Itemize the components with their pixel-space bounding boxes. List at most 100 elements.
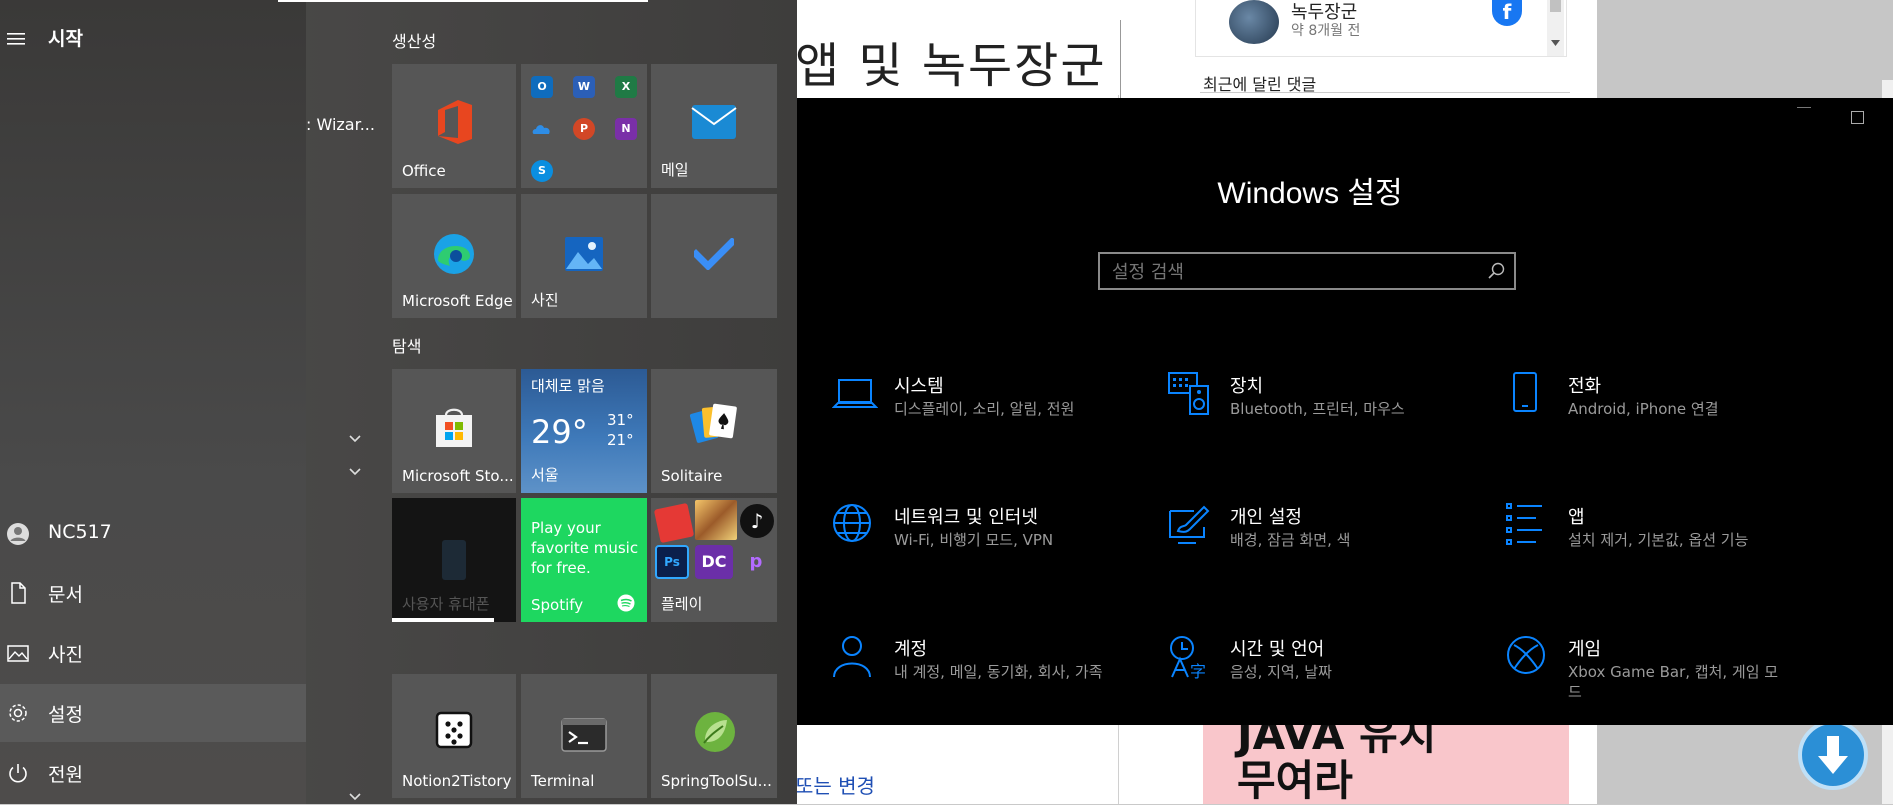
group-title-productivity[interactable]: 생산성 <box>392 28 436 52</box>
settings-category-personalization[interactable]: 개인 설정 배경, 잠금 화면, 색 <box>1168 503 1488 593</box>
weather-high: 31° <box>607 411 634 429</box>
word-icon[interactable]: W <box>573 76 595 98</box>
user-avatar-icon <box>7 523 29 545</box>
store-bag-icon <box>436 408 472 447</box>
group-title-explore[interactable]: 탐색 <box>392 333 421 357</box>
tile-mail[interactable]: 메일 <box>651 64 777 188</box>
chevron-down-icon[interactable] <box>348 790 362 804</box>
rail-item-label: 문서 <box>48 584 83 606</box>
settings-category-gaming[interactable]: 게임 Xbox Game Bar, 캡처, 게임 모드 <box>1506 635 1826 725</box>
change-link[interactable]: 또는 변경 <box>795 770 875 799</box>
phone-icon <box>1513 372 1537 412</box>
tile-label: 플레이 <box>661 595 703 613</box>
tile-progress-bar <box>392 618 494 622</box>
apps-icon <box>1506 503 1542 545</box>
settings-category-time-language[interactable]: 字 시간 및 언어 음성, 지역, 날짜 <box>1168 635 1488 725</box>
tile-weather[interactable]: 대체로 맑음 29° 31° 21° 서울 <box>521 369 647 493</box>
outlook-icon[interactable]: O <box>531 76 553 98</box>
minimize-button[interactable] <box>1797 107 1811 108</box>
tile-microsoft-store[interactable]: Microsoft Sto... <box>392 369 516 493</box>
search-icon[interactable] <box>1486 261 1506 281</box>
tile-label: Microsoft Sto... <box>402 467 514 485</box>
tile-terminal[interactable]: Terminal <box>521 674 647 798</box>
rail-item-power[interactable]: 전원 <box>0 744 306 802</box>
time-language-icon: 字 <box>1170 636 1206 681</box>
tile-label: 사진 <box>531 291 559 309</box>
person-icon <box>833 636 871 678</box>
settings-category-phone[interactable]: 전화 Android, iPhone 연결 <box>1506 372 1826 462</box>
category-description: 배경, 잠금 화면, 색 <box>1230 531 1351 549</box>
tile-spotify[interactable]: Play your favorite music for free. Spoti… <box>521 498 647 622</box>
settings-title: Windows 설정 <box>1217 177 1403 210</box>
tile-label: SpringToolSu... <box>661 772 772 790</box>
powerpoint-icon[interactable]: P <box>573 118 595 140</box>
category-title: 개인 설정 <box>1230 507 1302 528</box>
settings-search-box[interactable] <box>1098 252 1516 290</box>
category-description: 내 계정, 메일, 동기화, 회사, 가족 <box>894 663 1103 681</box>
picture-icon <box>7 645 29 662</box>
maximize-button[interactable] <box>1851 111 1864 124</box>
game-red-icon[interactable] <box>653 502 695 544</box>
picsart-icon[interactable]: p <box>739 545 773 579</box>
hamburger-menu-icon[interactable] <box>7 29 27 53</box>
settings-category-accounts[interactable]: 계정 내 계정, 메일, 동기화, 회사, 가족 <box>832 635 1152 725</box>
tile-label: Solitaire <box>661 467 723 485</box>
category-title: 장치 <box>1230 376 1264 397</box>
rail-item-user[interactable]: NC517 <box>0 505 306 563</box>
avatar[interactable] <box>1229 0 1279 44</box>
onedrive-icon[interactable] <box>531 118 553 140</box>
weather-city: 서울 <box>531 466 559 484</box>
category-description: 디스플레이, 소리, 알림, 전원 <box>894 400 1075 418</box>
weather-condition: 대체로 맑음 <box>531 377 605 395</box>
dolby-icon[interactable]: DC <box>695 545 733 579</box>
download-button[interactable] <box>1798 720 1868 790</box>
tile-edge[interactable]: Microsoft Edge <box>392 194 516 318</box>
chevron-down-icon[interactable] <box>348 432 362 446</box>
excel-icon[interactable]: X <box>615 76 637 98</box>
category-description: Android, iPhone 연결 <box>1568 400 1719 418</box>
tile-label: 메일 <box>661 161 689 179</box>
rail-item-documents[interactable]: 문서 <box>0 564 306 622</box>
rail-item-settings[interactable]: 설정 <box>0 684 306 742</box>
tile-office[interactable]: Office <box>392 64 516 188</box>
tile-label: Spotify <box>531 596 584 614</box>
terminal-icon <box>561 718 607 752</box>
settings-category-apps[interactable]: 앱 설치 제거, 기본값, 옵션 기능 <box>1506 503 1826 593</box>
chevron-down-icon[interactable] <box>348 465 362 479</box>
settings-category-devices[interactable]: 장치 Bluetooth, 프린터, 마우스 <box>1168 372 1488 462</box>
category-description: Bluetooth, 프린터, 마우스 <box>1230 400 1405 418</box>
settings-category-network[interactable]: 네트워크 및 인터넷 Wi-Fi, 비행기 모드, VPN <box>832 503 1152 593</box>
comment-scrollbar[interactable] <box>1547 0 1564 56</box>
settings-category-system[interactable]: 시스템 디스플레이, 소리, 알림, 전원 <box>832 372 1152 462</box>
tiktok-icon[interactable]: ♪ <box>740 504 774 538</box>
tile-spring-tool-suite[interactable]: SpringToolSu... <box>651 674 777 798</box>
rail-item-label: 사진 <box>48 644 83 666</box>
weather-low: 21° <box>607 431 634 449</box>
rail-item-label: 전원 <box>48 764 83 786</box>
category-description: Xbox Game Bar, 캡처, 게임 모드 <box>1568 663 1779 701</box>
heading-underline <box>1200 92 1570 93</box>
xbox-icon <box>1507 636 1545 674</box>
document-icon <box>11 582 26 604</box>
tile-photos[interactable]: 사진 <box>521 194 647 318</box>
notion-icon <box>435 711 473 749</box>
onenote-icon[interactable]: N <box>615 118 637 140</box>
tile-office-apps-folder[interactable]: O W X P N S <box>521 64 647 188</box>
app-list-item-wizard[interactable]: : Wizar... <box>306 115 375 134</box>
phone-icon <box>442 540 466 580</box>
tile-todo[interactable] <box>651 194 777 318</box>
category-title: 시간 및 언어 <box>1230 639 1325 660</box>
photoshop-express-icon[interactable]: Ps <box>655 545 689 579</box>
tile-label: Microsoft Edge <box>402 292 513 310</box>
tile-notion2tistory[interactable]: Notion2Tistory <box>392 674 516 798</box>
tile-your-phone[interactable]: 사용자 휴대폰 <box>392 498 516 622</box>
category-description: 음성, 지역, 날짜 <box>1230 663 1332 681</box>
skype-icon[interactable]: S <box>531 160 553 182</box>
globe-icon <box>833 504 871 542</box>
rail-item-pictures[interactable]: 사진 <box>0 624 306 682</box>
settings-search-input[interactable] <box>1110 258 1474 286</box>
game-village-icon[interactable] <box>695 500 737 540</box>
category-title: 전화 <box>1568 376 1602 397</box>
tile-play-folder[interactable]: ♪ Ps DC p 플레이 <box>651 498 777 622</box>
tile-solitaire[interactable]: Solitaire <box>651 369 777 493</box>
